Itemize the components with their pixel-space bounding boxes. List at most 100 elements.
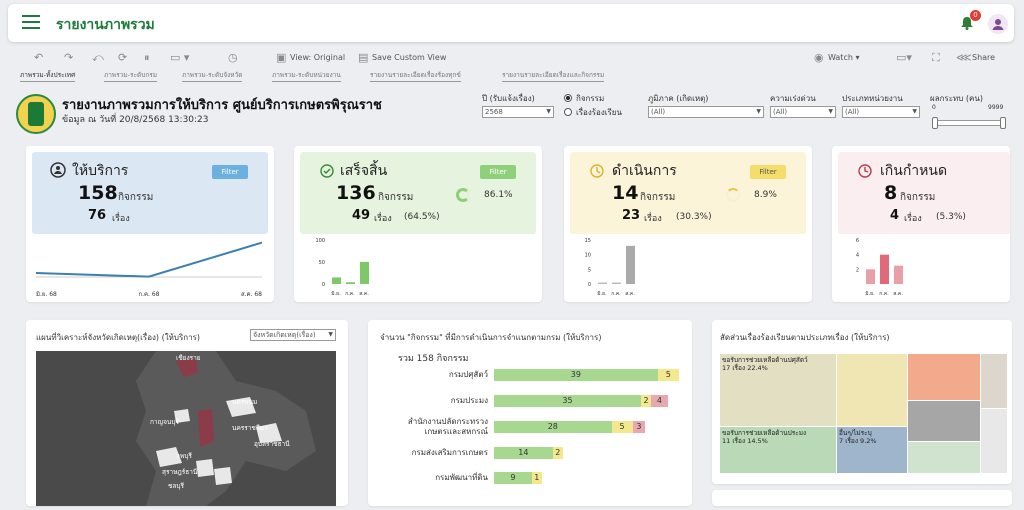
filter-button[interactable]: Filter bbox=[750, 165, 786, 179]
province-dropdown[interactable]: จังหวัดเกิดเหตุ(เรื่อง) ▼ bbox=[250, 329, 336, 341]
fullscreen-icon[interactable]: ⛶ bbox=[932, 51, 940, 65]
bar-segment-secondary[interactable]: 2 bbox=[641, 395, 651, 407]
agency-type-select[interactable]: (All) ▼ bbox=[842, 106, 920, 118]
department-chart-title: จำนวน "กิจกรรม" ที่มีการดำเนินการจำแนกตา… bbox=[380, 333, 602, 342]
revert-icon[interactable]: ⤺ bbox=[92, 51, 104, 65]
pause-icon[interactable]: ⏸ bbox=[144, 51, 150, 65]
bar bbox=[612, 282, 621, 284]
comment-icon[interactable]: ▭▾ bbox=[896, 51, 912, 64]
department-total: รวม 158 กิจกรรม bbox=[398, 354, 469, 364]
refresh-icon[interactable]: ⟳ bbox=[118, 51, 127, 64]
bar bbox=[332, 277, 341, 284]
radio-complaint-label: เรื่องร้องเรียน bbox=[576, 108, 622, 117]
tab-province-overview[interactable]: ภาพรวม-ระดับจังหวัด bbox=[182, 70, 243, 82]
y-tick-label: 5 bbox=[588, 267, 591, 273]
progress-ring bbox=[456, 188, 470, 202]
bar-segment-primary[interactable]: 14 bbox=[494, 447, 553, 459]
bar-chart-completed: 100 50 0 มิ.ย. ก.ค. ส.ค. bbox=[315, 238, 369, 297]
check-circle-icon bbox=[320, 164, 334, 178]
bar-segment-primary[interactable]: 28 bbox=[494, 421, 612, 433]
kpi-case-unit: เรื่อง bbox=[112, 214, 130, 224]
chevron-down-icon: ▼ bbox=[328, 331, 333, 338]
bar-segment-tertiary[interactable]: 4 bbox=[651, 395, 668, 407]
treemap-cell-fishery[interactable]: ขอรับการช่วยเหลือด้านประมง 11 เรื่อง 14.5… bbox=[720, 427, 836, 473]
bar-chart-overdue: 6 4 2 มิ.ย. ก.ค. ส.ค. bbox=[856, 238, 903, 297]
progress-ring bbox=[726, 188, 740, 202]
undo-icon[interactable]: ↶ bbox=[34, 51, 43, 64]
tab-department-overview[interactable]: ภาพรวม-ระดับกรม bbox=[104, 70, 158, 82]
tab-country-overview[interactable]: ภาพรวม-ทั้งประเทศ bbox=[20, 70, 76, 82]
top-app-bar: รายงานภาพรวม 0 bbox=[8, 4, 1014, 42]
treemap-cell[interactable] bbox=[837, 354, 907, 426]
share-button[interactable]: Share bbox=[972, 53, 995, 62]
treemap-cell[interactable] bbox=[908, 442, 980, 473]
bar-category-label: กรมพัฒนาที่ดิน bbox=[435, 473, 488, 482]
kpi-case-unit: เรื่อง bbox=[904, 214, 922, 224]
x-tick-label: ก.ค. bbox=[345, 291, 355, 297]
bar-segment-tertiary[interactable]: 3 bbox=[632, 421, 646, 433]
save-custom-view-button[interactable]: Save Custom View bbox=[372, 53, 446, 62]
region-filter-label: ภูมิภาค (เกิดเหตุ) bbox=[648, 94, 709, 103]
app-title: รายงานภาพรวม bbox=[56, 17, 155, 33]
map-title: แผนที่วิเคราะห์จังหวัดเกิดเหตุ(เรื่อง) (… bbox=[36, 333, 201, 342]
filter-button[interactable]: Filter bbox=[480, 165, 516, 179]
filter-button[interactable]: Filter bbox=[212, 165, 248, 179]
kpi-case-percent: (64.5%) bbox=[404, 212, 440, 222]
bar-segment-primary[interactable]: 9 bbox=[494, 472, 532, 484]
bar-segment-primary[interactable]: 39 bbox=[494, 369, 658, 381]
watch-button[interactable]: Watch ▾ bbox=[828, 53, 859, 62]
hamburger-menu-icon[interactable] bbox=[22, 15, 40, 29]
y-tick-label: 2 bbox=[856, 267, 859, 273]
x-tick-label: ส.ค. bbox=[625, 291, 635, 297]
bar-segment-secondary[interactable]: 2 bbox=[552, 447, 563, 459]
y-tick-label: 50 bbox=[319, 260, 325, 266]
kpi-case-unit: เรื่อง bbox=[374, 214, 392, 224]
treemap-cell[interactable] bbox=[981, 354, 1007, 408]
treemap-cell[interactable] bbox=[981, 409, 1007, 473]
kpi-activity-count: 158 bbox=[78, 182, 118, 204]
treemap-cell[interactable] bbox=[908, 401, 980, 441]
organization-logo bbox=[16, 94, 56, 134]
watch-icon: ◉ bbox=[814, 51, 824, 64]
tab-complaint-details[interactable]: รายงานรายละเอียดเรื่องร้องทุกข์ bbox=[370, 70, 461, 82]
impact-slider-max-handle[interactable] bbox=[1000, 117, 1006, 129]
radio-activity[interactable] bbox=[564, 94, 572, 102]
treemap-cell-livestock[interactable]: ขอรับการช่วยเหลือด้านปศุสัตว์ 17 เรื่อง 2… bbox=[720, 354, 836, 426]
year-select[interactable]: 2568 ▼ bbox=[482, 106, 554, 118]
treemap-cell-other[interactable]: อื่นๆ/ไม่ระบุ 7 เรื่อง 9.2% bbox=[837, 427, 907, 473]
kpi-activity-count: 14 bbox=[612, 182, 639, 204]
tab-agency-overview[interactable]: ภาพรวม-ระดับหน่วยงาน bbox=[272, 70, 341, 82]
next-card bbox=[712, 490, 1012, 506]
treemap-cell[interactable] bbox=[908, 354, 980, 400]
impact-slider[interactable] bbox=[934, 120, 1006, 126]
bar-chart-in-progress: 15 10 5 0 มิ.ย. ก.ค. ส.ค. bbox=[585, 238, 636, 297]
bar-segment-secondary[interactable]: 1 bbox=[531, 472, 542, 484]
y-tick-label: 100 bbox=[315, 238, 325, 244]
urgency-filter-label: ความเร่งด่วน bbox=[770, 94, 816, 103]
clock-icon bbox=[858, 164, 872, 178]
tab-activity-details[interactable]: รายงานรายละเอียดเรื่องและกิจกรรม bbox=[502, 70, 605, 82]
impact-slider-min-handle[interactable] bbox=[932, 117, 938, 129]
bar-segment-secondary[interactable]: 5 bbox=[611, 421, 633, 433]
kpi-activity-unit: กิจกรรม bbox=[378, 192, 414, 203]
urgency-select[interactable]: (All) ▼ bbox=[770, 106, 836, 118]
radio-complaint[interactable] bbox=[564, 108, 572, 116]
view-icon: ▣ bbox=[276, 51, 287, 64]
data-source-icon[interactable]: ▭ ▾ bbox=[170, 51, 189, 64]
x-tick-label: ก.ค. 68 bbox=[138, 291, 159, 298]
region-select[interactable]: (All) ▼ bbox=[648, 106, 764, 118]
redo-icon[interactable]: ↷ bbox=[64, 51, 73, 64]
province-map[interactable]: เชียงราย กาญจนบุรี นครราชสีมา นครพนม อุบ… bbox=[36, 351, 336, 506]
bar-segment-secondary[interactable]: 5 bbox=[657, 369, 679, 381]
user-icon bbox=[50, 162, 66, 178]
series-line bbox=[35, 241, 263, 278]
kpi-case-percent: (30.3%) bbox=[676, 212, 712, 222]
bar-segment-primary[interactable]: 35 bbox=[494, 395, 641, 407]
x-tick-label: มิ.ย. bbox=[331, 290, 341, 297]
view-original-button[interactable]: View: Original bbox=[290, 53, 345, 62]
impact-min: 0 bbox=[932, 104, 936, 111]
user-avatar-button[interactable] bbox=[988, 14, 1008, 34]
kpi-activity-unit: กิจกรรม bbox=[900, 192, 936, 203]
history-icon[interactable]: ◷ bbox=[228, 51, 238, 64]
share-icon: ⋘ bbox=[956, 51, 972, 64]
